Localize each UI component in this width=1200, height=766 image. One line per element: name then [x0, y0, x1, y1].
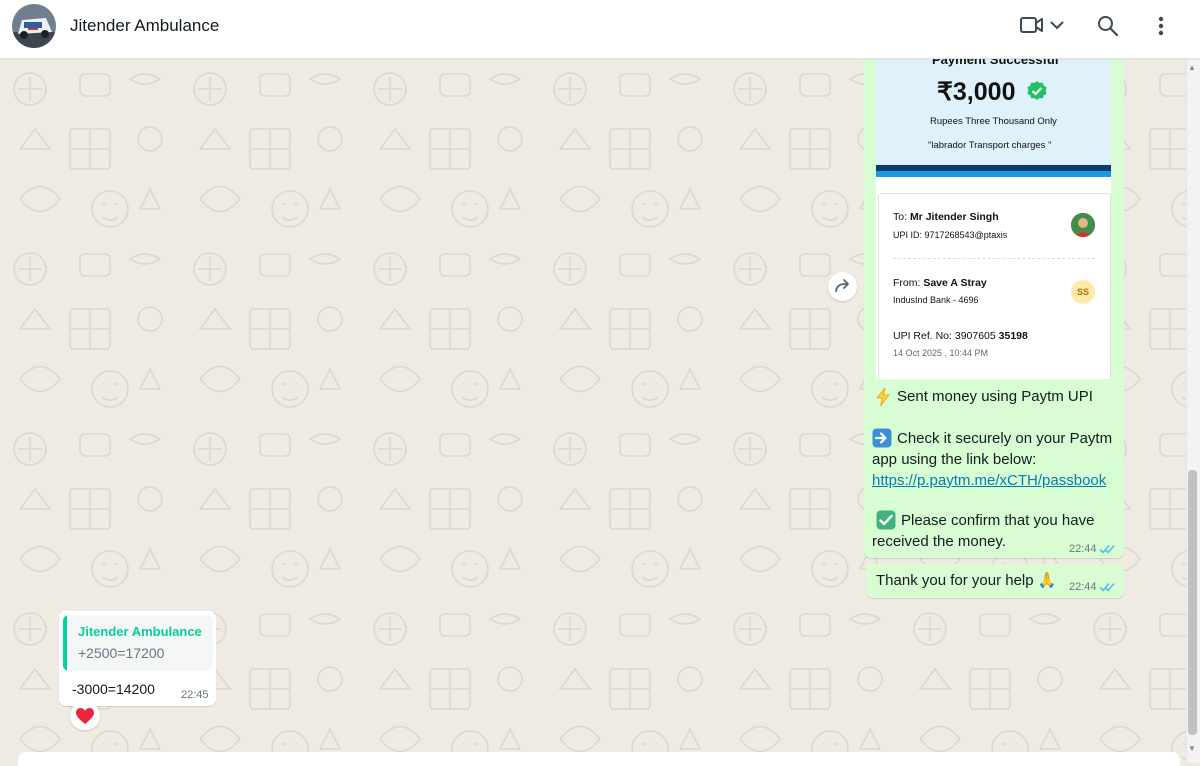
receipt-amount-words: Rupees Three Thousand Only: [930, 116, 1057, 127]
receipt-datetime: 14 Oct 2025 , 10:44 PM: [893, 348, 989, 358]
thanks-message-time: 22:44: [1069, 581, 1097, 593]
recipient-avatar: [1071, 213, 1095, 237]
forward-icon: [835, 279, 849, 292]
scrollbar-thumb[interactable]: [1188, 470, 1197, 735]
menu-icon[interactable]: [1152, 14, 1170, 38]
receipt-ref-row: UPI Ref. No: 3907605 35198: [893, 330, 1028, 342]
paytm-line-5: received the money.: [872, 533, 1006, 550]
read-receipt-icon: [1099, 580, 1117, 592]
payment-receipt-image[interactable]: Payment Successful ₹3,000 Rupees Three T…: [876, 59, 1111, 379]
search-icon[interactable]: [1096, 14, 1120, 38]
chevron-down-icon[interactable]: [1048, 17, 1066, 33]
scroll-down-icon[interactable]: ▼: [1188, 744, 1196, 753]
check-mark-icon: [876, 510, 896, 530]
receipt-to-label: To:: [893, 211, 908, 223]
paytm-line-3: app using the link below:: [872, 451, 1037, 468]
forward-button[interactable]: [828, 272, 857, 301]
reaction-badge[interactable]: [70, 702, 100, 730]
receipt-from-row: From: Save A Stray: [893, 277, 987, 289]
message-composer[interactable]: [18, 752, 1180, 766]
lightning-icon: [874, 387, 892, 407]
paytm-message-time: 22:44: [1069, 543, 1097, 555]
receipt-from-name: Save A Stray: [923, 277, 987, 289]
receipt-note: "labrador Transport charges ": [928, 140, 1052, 151]
sender-initials-badge: SS: [1071, 280, 1095, 304]
folded-hands-emoji: 🙏: [1037, 572, 1057, 589]
paytm-line-2: Check it securely on your Paytm: [897, 430, 1113, 447]
quote-accent-bar: [63, 615, 67, 671]
reply-message-text: -3000=14200: [72, 681, 155, 697]
paytm-line-4: Please confirm that you have: [901, 512, 1095, 529]
heart-icon: [76, 708, 94, 724]
paytm-passbook-link[interactable]: https://p.paytm.me/xCTH/passbook: [872, 470, 1106, 491]
chat-header: Jitender Ambulance: [0, 0, 1200, 59]
arrow-right-icon: [872, 428, 892, 448]
receipt-from-label: From:: [893, 277, 921, 289]
receipt-to-upi: UPI ID: 9717268543@ptaxis: [893, 230, 1008, 240]
read-receipt-icon: [1099, 542, 1117, 554]
scroll-up-icon[interactable]: ▲: [1188, 63, 1196, 72]
receipt-details-card: To: Mr Jitender Singh UPI ID: 9717268543…: [878, 193, 1111, 379]
quoted-author: Jitender Ambulance: [78, 624, 202, 639]
receipt-ref-bold: 35198: [998, 330, 1028, 342]
contact-avatar[interactable]: [12, 4, 56, 48]
receipt-to-name: Mr Jitender Singh: [909, 211, 999, 223]
receipt-to-row: To: Mr Jitender Singh: [893, 211, 999, 223]
receipt-ref-label: UPI Ref. No: 3907605: [893, 330, 996, 342]
receipt-status: Payment Successful: [932, 59, 1059, 67]
contact-name[interactable]: Jitender Ambulance: [70, 16, 219, 36]
thanks-message-text: Thank you for your help 🙏: [876, 570, 1056, 591]
reply-message-time: 22:45: [181, 689, 209, 701]
receipt-from-bank: IndusInd Bank - 4696: [893, 295, 979, 305]
receipt-stripe: [876, 171, 1111, 177]
paytm-line-1: Sent money using Paytm UPI: [897, 388, 1093, 405]
thanks-text: Thank you for your help: [876, 572, 1034, 589]
quoted-text: +2500=17200: [78, 645, 165, 661]
verified-icon: [1026, 80, 1048, 102]
receipt-divider: [893, 258, 1095, 259]
quoted-message[interactable]: Jitender Ambulance +2500=17200: [63, 615, 213, 671]
receipt-amount: ₹3,000: [937, 78, 1016, 106]
video-call-icon[interactable]: [1019, 15, 1045, 35]
